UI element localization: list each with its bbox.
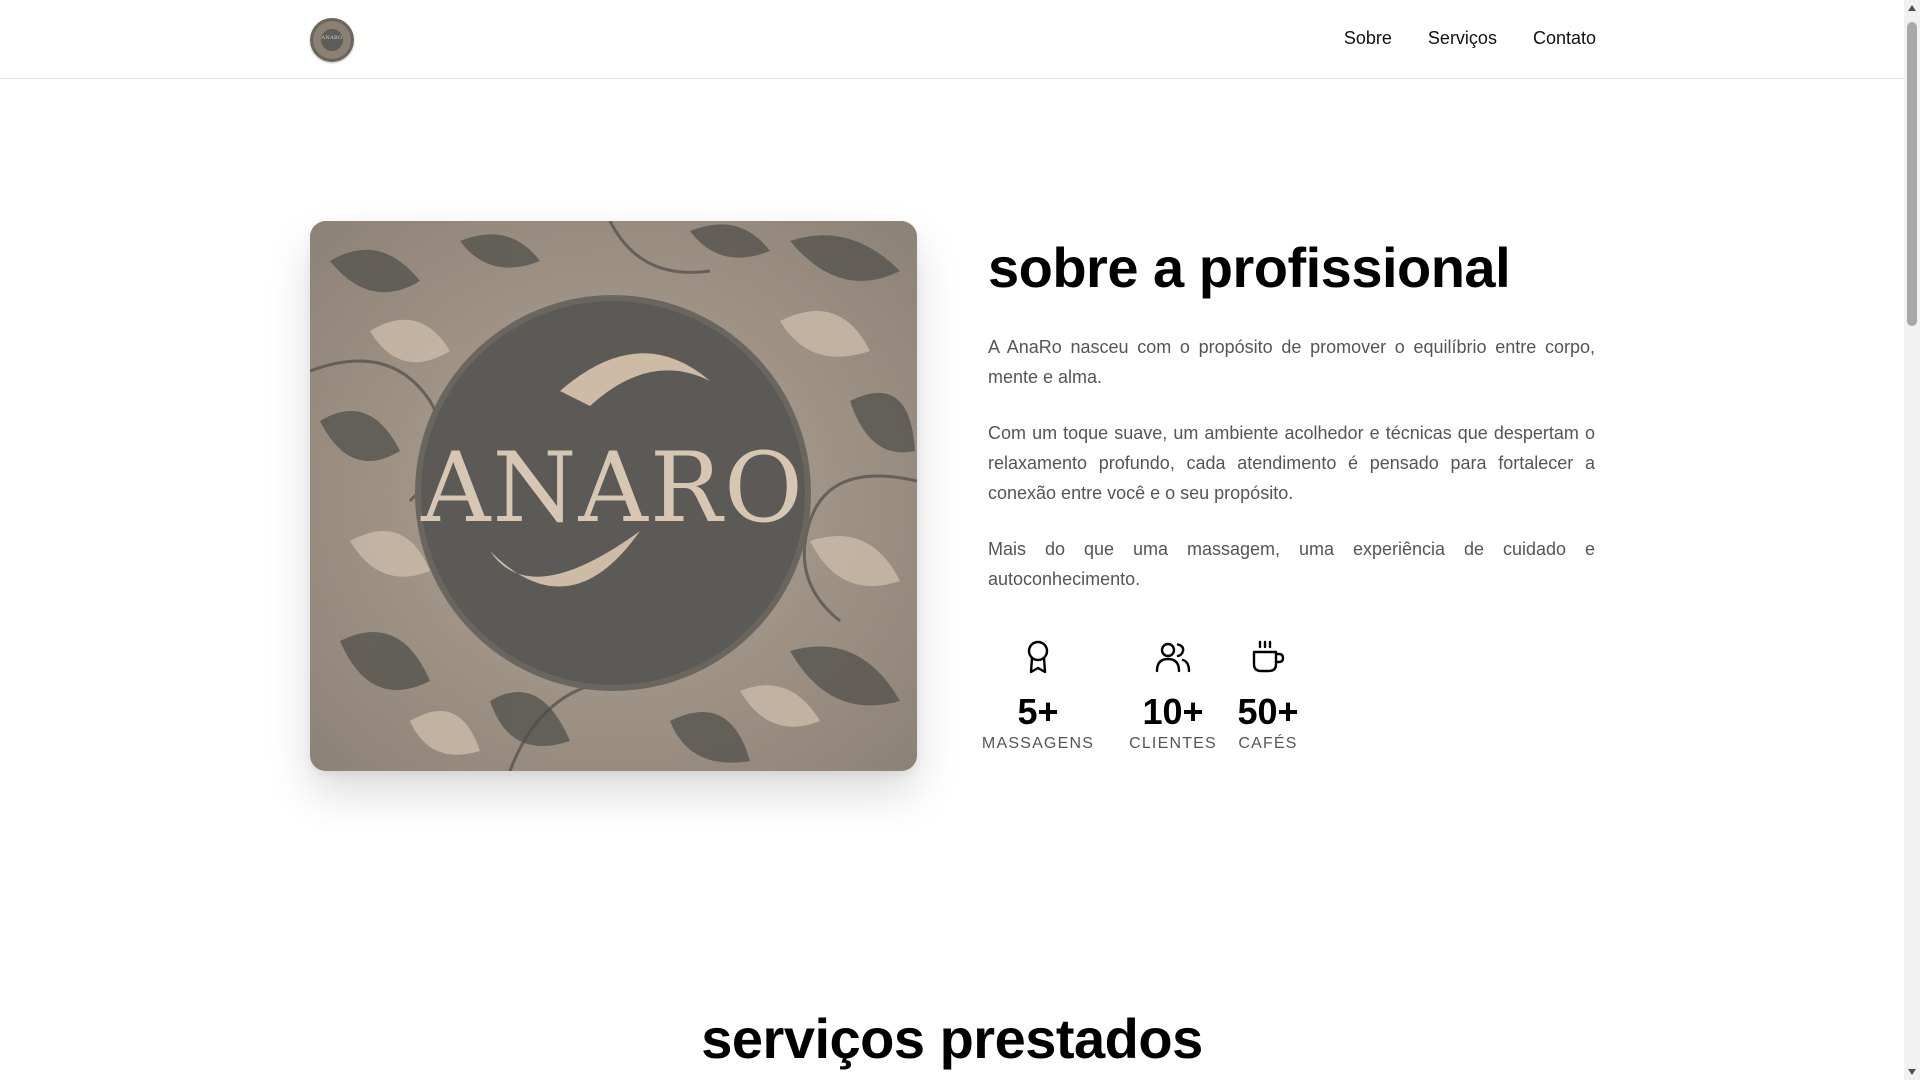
- about-image: ANARO: [310, 221, 917, 771]
- stat-value: 50+: [1237, 691, 1299, 732]
- stat-clientes: 10+ CLIENTES: [1123, 637, 1223, 753]
- stat-label: CLIENTES: [1129, 735, 1217, 752]
- scroll-down-icon[interactable]: [1908, 1069, 1916, 1075]
- main-nav: Sobre Serviços Contato: [1344, 28, 1596, 49]
- logo[interactable]: ANARO: [310, 18, 354, 62]
- scroll-thumb[interactable]: [1907, 22, 1917, 326]
- stat-label: CAFÉS: [1238, 735, 1298, 752]
- about-paragraph: Com um toque suave, um ambiente acolhedo…: [988, 423, 1595, 503]
- stats-row: 5+ MASSAGENS 10+ CLIENTES 50+ CAFÉS: [982, 637, 1308, 753]
- stat-cafes: 50+ CAFÉS: [1228, 637, 1308, 753]
- about-paragraph: A AnaRo nasceu com o propósito de promov…: [988, 337, 1595, 387]
- nav-link-servicos[interactable]: Serviços: [1428, 28, 1497, 49]
- about-section: sobre a profissional A AnaRo nasceu com …: [988, 232, 1595, 594]
- services-title: serviços prestados: [701, 1007, 1203, 1070]
- coffee-icon: [1248, 637, 1288, 677]
- stat-label: MASSAGENS: [981, 735, 1095, 752]
- page-scrollbar[interactable]: [1904, 0, 1920, 1080]
- anaro-brand-illustration: ANARO: [310, 221, 917, 771]
- award-icon: [1018, 637, 1058, 677]
- logo-text: ANARO: [321, 35, 343, 41]
- users-icon: [1153, 637, 1193, 677]
- nav-link-sobre[interactable]: Sobre: [1344, 28, 1392, 49]
- nav-link-contato[interactable]: Contato: [1533, 28, 1596, 49]
- stat-massagens: 5+ MASSAGENS: [982, 637, 1093, 753]
- stat-value: 5+: [1017, 691, 1059, 732]
- site-header: ANARO Sobre Serviços Contato: [0, 0, 1904, 79]
- scroll-up-icon[interactable]: [1908, 5, 1916, 11]
- anaro-brand-text: ANARO: [420, 432, 805, 544]
- about-title: sobre a profissional: [988, 236, 1511, 299]
- stat-value: 10+: [1142, 691, 1204, 732]
- about-paragraph: Mais do que uma massagem, uma experiênci…: [988, 539, 1595, 589]
- page: ANARO Sobre Serviços Contato ANARO sobre…: [0, 0, 1904, 1080]
